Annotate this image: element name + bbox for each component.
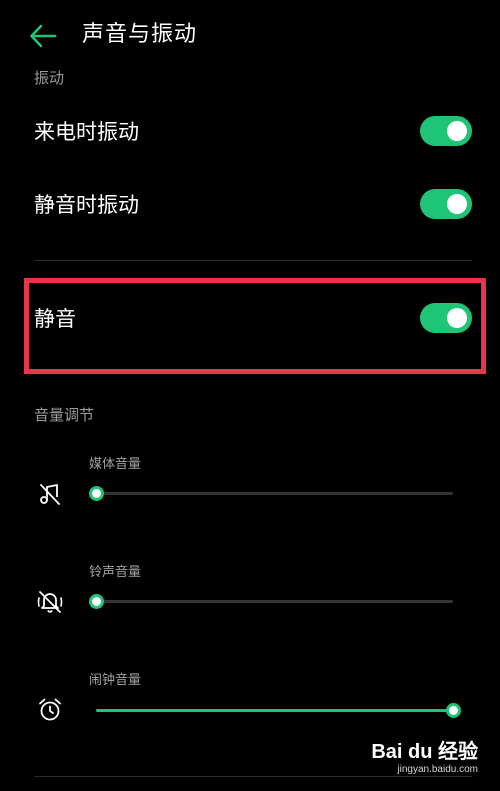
- highlight-annotation-box: [24, 278, 486, 374]
- page-title: 声音与振动: [82, 22, 198, 47]
- section-label-volume: 音量调节: [34, 406, 95, 424]
- alarm-volume-slider[interactable]: [96, 703, 461, 718]
- setting-row-ring-vibration[interactable]: 来电时振动: [0, 101, 500, 161]
- back-button[interactable]: [28, 22, 58, 50]
- slider-thumb[interactable]: [89, 486, 104, 501]
- ring-vibration-toggle[interactable]: [420, 116, 472, 146]
- watermark-url: jingyan.baidu.com: [397, 764, 478, 775]
- bell-muted-icon: [37, 589, 63, 615]
- setting-label: 静音时振动: [34, 193, 139, 217]
- media-volume-slider[interactable]: [89, 486, 453, 501]
- arrow-left-icon: [30, 24, 57, 48]
- alarm-clock-icon: [37, 697, 63, 723]
- alarm-volume-label: 闹钟音量: [89, 673, 142, 688]
- setting-label: 来电时振动: [34, 120, 139, 144]
- toggle-knob: [447, 121, 467, 141]
- section-label-vibration: 振动: [34, 69, 65, 87]
- watermark-logo-text: Bai du 经验: [371, 741, 478, 763]
- slider-thumb[interactable]: [89, 594, 104, 609]
- header-bar: 声音与振动: [0, 0, 500, 70]
- silent-vibration-toggle[interactable]: [420, 189, 472, 219]
- toggle-knob: [447, 194, 467, 214]
- setting-row-silent-vibration[interactable]: 静音时振动: [0, 174, 500, 234]
- slider-fill: [96, 709, 453, 712]
- baidu-jingyan-watermark: Bai du 经验 jingyan.baidu.com: [371, 735, 478, 775]
- music-note-muted-icon: [37, 481, 63, 507]
- divider: [34, 260, 472, 261]
- slider-thumb[interactable]: [446, 703, 461, 718]
- ringtone-volume-slider[interactable]: [89, 594, 453, 609]
- media-volume-label: 媒体音量: [89, 457, 142, 472]
- ringtone-volume-label: 铃声音量: [89, 565, 142, 580]
- divider: [34, 776, 472, 777]
